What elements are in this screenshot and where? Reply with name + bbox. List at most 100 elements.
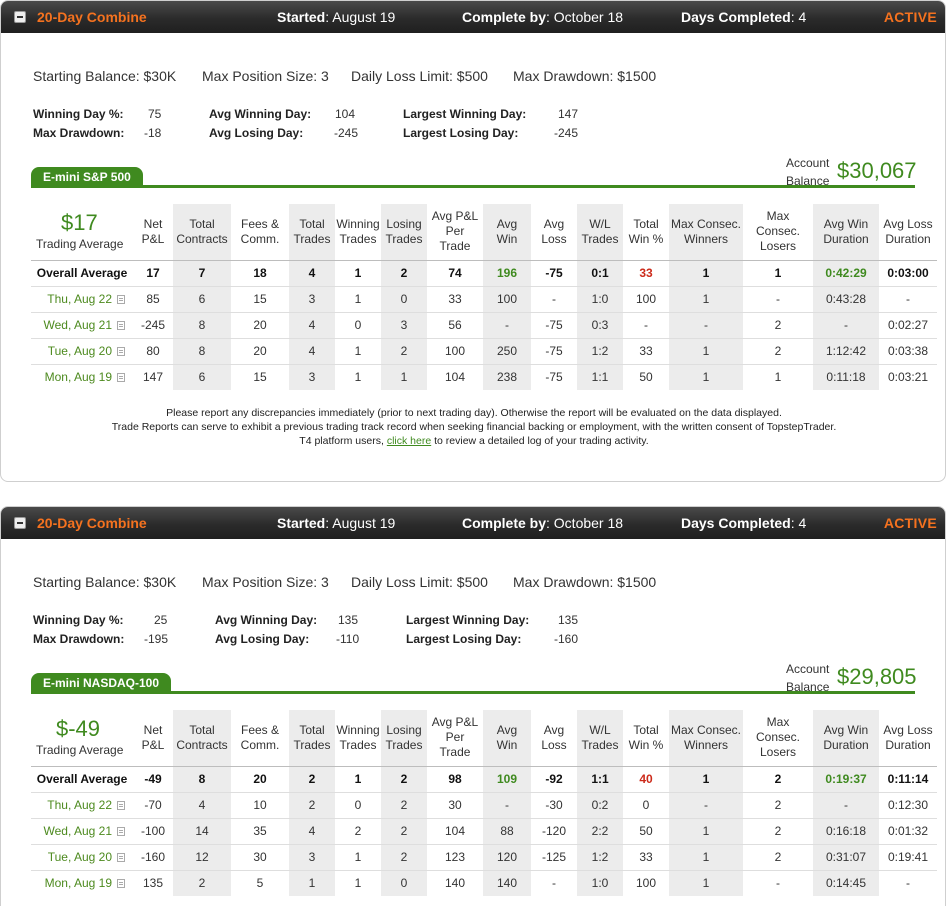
instrument-tab[interactable]: E-mini NASDAQ-100 [31, 673, 172, 693]
column-header-wl-trades: W/L Trades [577, 710, 623, 766]
cell-total-contracts: 2 [173, 869, 231, 896]
cell-avg-loss: -125 [531, 843, 577, 870]
column-header-total-trades: Total Trades [289, 710, 335, 766]
max-drawdown-label: Max Drawdown: [33, 126, 125, 140]
cell-avg-loss: -75 [531, 311, 577, 338]
started-info: Started: August 19 [277, 9, 396, 25]
column-header-net-pnl: Net P&L [141, 216, 165, 246]
cell-max-consec-losers: 2 [743, 337, 813, 364]
cell-fees-comm: 18 [231, 259, 289, 286]
overall-average-row: Overall Average -49 8 20 2 1 2 98 109 -92 1:1 40 1 2 0… [31, 765, 937, 792]
column-header-avg-pnl-per-trade: Avg P&L Per Trade [431, 715, 479, 760]
table-header-row: Net P&L Total Contracts Fees & Comm. Total Trad… [31, 710, 937, 766]
cell-fees-comm: 35 [231, 817, 289, 844]
cell-wl-trades: 0:3 [577, 311, 623, 338]
column-header-losing-trades: Losing Trades [381, 710, 427, 766]
status-badge: ACTIVE [883, 9, 937, 25]
document-icon[interactable] [117, 853, 125, 862]
collapse-icon[interactable] [14, 11, 26, 23]
cell-total-trades: 3 [289, 843, 335, 870]
row-date[interactable]: Thu, Aug 22 [31, 285, 133, 312]
winning-day-pct-label: Winning Day %: [33, 107, 124, 121]
cell-net-pnl: -160 [133, 843, 173, 870]
avg-winning-day-value: 104 [335, 107, 356, 121]
table-row: Mon, Aug 19 135 2 5 1 1 0 140 140-1:0 100 1-0:14:4… [31, 869, 937, 896]
cell-losing-trades: 1 [381, 363, 427, 390]
cell-max-consec-winners: 1 [669, 817, 743, 844]
avg-winning-day-label: Avg Winning Day: [209, 107, 312, 121]
cell-losing-trades: 2 [381, 259, 427, 286]
row-date[interactable]: Wed, Aug 21 [31, 311, 133, 338]
avg-losing-day-label: Avg Losing Day: [215, 632, 310, 646]
cell-max-consec-winners: 1 [669, 869, 743, 896]
cell-max-consec-winners: - [669, 791, 743, 818]
cell-avg-loss: -120 [531, 817, 577, 844]
document-icon[interactable] [117, 879, 125, 889]
cell-max-consec-winners: 1 [669, 843, 743, 870]
combine-header: 20-Day Combine Started: August 19 Comple… [1, 507, 945, 539]
cell-avg-loss-duration: 0:11:14 [879, 765, 937, 792]
cell-avg-loss-duration: 0:02:27 [879, 311, 937, 338]
document-icon[interactable] [117, 321, 125, 330]
cell-total-win-pct: 33 [623, 337, 669, 364]
cell-total-contracts: 7 [173, 259, 231, 286]
collapse-icon[interactable] [14, 517, 26, 529]
column-header-avg-win: Avg Win [483, 204, 531, 260]
combine-header: 20-Day Combine Started: August 19 Comple… [1, 1, 945, 33]
cell-winning-trades: 0 [335, 311, 381, 338]
cell-total-win-pct: 33 [623, 843, 669, 870]
column-header-winning-trades: Winning Trades [336, 722, 380, 752]
cell-winning-trades: 1 [335, 259, 381, 286]
cell-max-consec-winners: 1 [669, 259, 743, 286]
row-date[interactable]: Thu, Aug 22 [31, 791, 133, 818]
cell-net-pnl: -100 [133, 817, 173, 844]
cell-winning-trades: 1 [335, 843, 381, 870]
row-date[interactable]: Tue, Aug 20 [31, 337, 133, 364]
document-icon[interactable] [117, 827, 125, 836]
cell-avg-pnl-per-trade: 98 [427, 765, 483, 792]
max-drawdown-value: -18 [144, 126, 162, 140]
days-completed-info: Days Completed: 4 [681, 9, 807, 25]
combine-name: 20-Day Combine [37, 9, 147, 25]
cell-avg-win-duration: 0:16:18 [813, 817, 879, 844]
avg-losing-day-value: -245 [334, 126, 359, 140]
status-badge: ACTIVE [883, 515, 937, 531]
column-header-avg-win: Avg Win [483, 710, 531, 766]
trade-log-link[interactable]: click here [387, 435, 431, 447]
winning-day-pct-label: Winning Day %: [33, 613, 124, 627]
table-row: Mon, Aug 19 147 6 15 3 1 1 104 238 -75 1:1 50 1 1 0:11… [31, 363, 937, 390]
cell-avg-win: - [483, 311, 531, 338]
cell-max-consec-winners: 1 [669, 337, 743, 364]
cell-losing-trades: 0 [381, 285, 427, 312]
cell-wl-trades: 0:2 [577, 791, 623, 818]
avg-winning-day-value: 135 [338, 613, 359, 627]
max-drawdown-value: -195 [144, 632, 169, 646]
row-date[interactable]: Mon, Aug 19 [31, 363, 133, 390]
tab-underline [31, 691, 915, 694]
cell-avg-loss-duration: 0:19:41 [879, 843, 937, 870]
cell-total-trades: 3 [289, 363, 335, 390]
cell-wl-trades: 1:1 [577, 765, 623, 792]
instrument-tab[interactable]: E-mini S&P 500 [31, 167, 143, 187]
document-icon[interactable] [117, 801, 125, 810]
row-date[interactable]: Mon, Aug 19 [31, 869, 133, 896]
row-date[interactable]: Wed, Aug 21 [31, 817, 133, 844]
document-icon[interactable] [117, 347, 125, 356]
avg-winning-day-label: Avg Winning Day: [215, 613, 318, 627]
cell-winning-trades: 0 [335, 791, 381, 818]
header-blank [31, 204, 133, 260]
account-balance-label: Account Balance [786, 662, 830, 694]
cell-total-win-pct: 33 [623, 259, 669, 286]
document-icon[interactable] [117, 295, 125, 304]
cell-avg-pnl-per-trade: 30 [427, 791, 483, 818]
column-header-net-pnl: Net P&L [141, 722, 165, 752]
document-icon[interactable] [117, 373, 125, 383]
cell-losing-trades: 3 [381, 311, 427, 338]
cell-max-consec-losers: 2 [743, 765, 813, 792]
row-date[interactable]: Tue, Aug 20 [31, 843, 133, 870]
column-header-total-contracts: Total Contracts [173, 204, 231, 260]
cell-avg-win: 88 [483, 817, 531, 844]
tab-underline [31, 185, 915, 188]
cell-avg-loss-duration: 0:12:30 [879, 791, 937, 818]
cell-total-win-pct: 100 [623, 285, 669, 312]
